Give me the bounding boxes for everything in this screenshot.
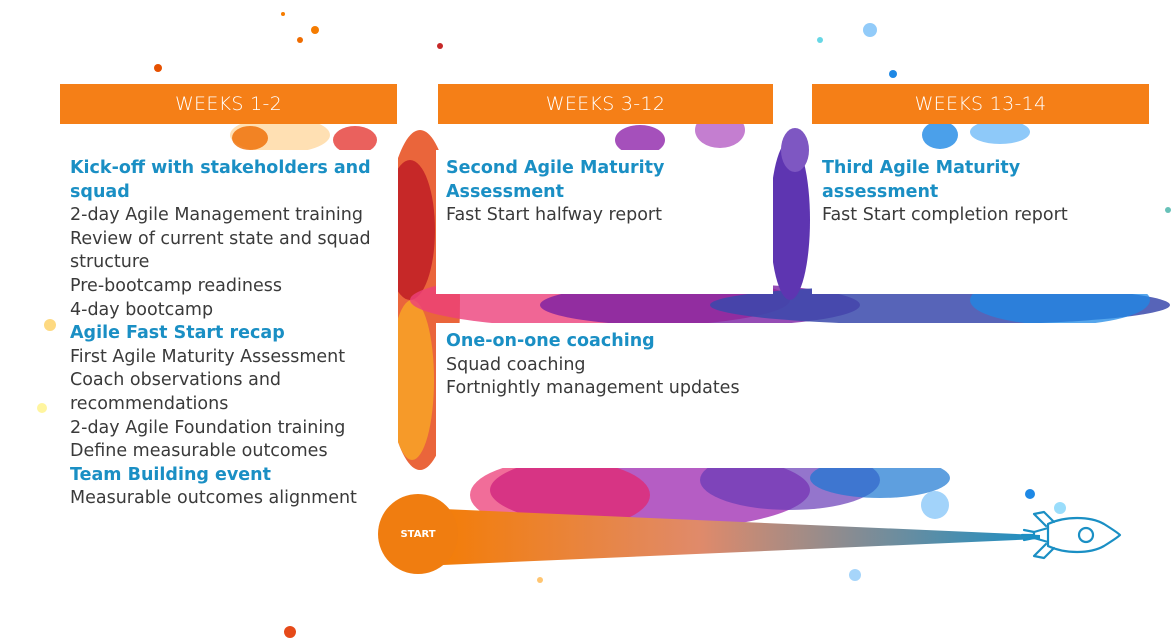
weeks-3-12-activities: Second Agile Maturity Assessment Fast St… bbox=[436, 150, 773, 235]
weeks-1-2-header: WEEKS 1-2 bbox=[60, 84, 397, 124]
activity-item: First Agile Maturity Assessment bbox=[70, 346, 346, 367]
weeks-13-14-header: WEEKS 13-14 bbox=[812, 84, 1149, 124]
activity-heading: Second Agile Maturity Assessment bbox=[446, 158, 665, 202]
weeks-3-12-panel: Second Agile Maturity Assessment Fast St… bbox=[436, 150, 773, 294]
activity-item: Fast Start completion report bbox=[822, 205, 1068, 226]
weeks-13-14-panel: Third Agile Maturity assessment Fast Sta… bbox=[812, 150, 1149, 294]
activity-item: 2-day Agile Management training bbox=[70, 205, 363, 226]
weeks-13-14-activities: Third Agile Maturity assessment Fast Sta… bbox=[812, 150, 1149, 235]
activity-heading: One-on-one coaching bbox=[446, 331, 655, 351]
rocket-icon bbox=[1020, 510, 1122, 560]
activity-item: Coach observations and recommendations bbox=[70, 370, 282, 414]
coaching-panel: One-on-one coaching Squad coaching Fortn… bbox=[436, 323, 1150, 468]
start-marker: START bbox=[378, 494, 458, 574]
activity-item: Fortnightly management updates bbox=[446, 378, 740, 399]
coaching-activities: One-on-one coaching Squad coaching Fortn… bbox=[436, 323, 1150, 408]
timeline-arrow bbox=[420, 508, 1040, 566]
activity-item: Review of current state and squad struct… bbox=[70, 228, 371, 273]
activity-heading: Third Agile Maturity assessment bbox=[822, 158, 1021, 202]
activity-item: 4-day bootcamp bbox=[70, 299, 214, 320]
activity-item: 2-day Agile Foundation training bbox=[70, 417, 346, 438]
activity-item: Fast Start halfway report bbox=[446, 205, 662, 226]
weeks-1-2-panel: Kick-off with stakeholders and squad 2-d… bbox=[60, 150, 398, 570]
activity-item: Squad coaching bbox=[446, 354, 586, 375]
activity-item: Measurable outcomes alignment bbox=[70, 488, 357, 509]
activity-heading: Team Building event bbox=[70, 464, 271, 485]
activity-item: Pre-bootcamp readiness bbox=[70, 275, 282, 296]
activity-heading: Agile Fast Start recap bbox=[70, 323, 285, 344]
activity-heading: Kick-off with stakeholders and squad bbox=[70, 158, 371, 202]
activity-item: Define measurable outcomes bbox=[70, 441, 328, 462]
weeks-3-12-header: WEEKS 3-12 bbox=[438, 84, 773, 124]
weeks-1-2-activities: Kick-off with stakeholders and squad 2-d… bbox=[60, 150, 398, 518]
